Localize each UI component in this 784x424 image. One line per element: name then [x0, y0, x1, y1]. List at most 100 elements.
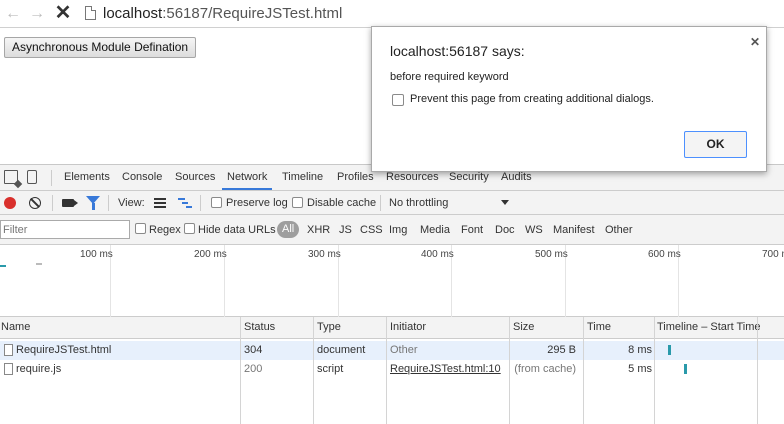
- request-time: 8 ms: [628, 344, 652, 356]
- hide-data-urls-checkbox[interactable]: [184, 223, 195, 234]
- request-time: 5 ms: [628, 363, 652, 375]
- filter-type-xhr[interactable]: XHR: [307, 223, 330, 237]
- filter-type-img[interactable]: Img: [389, 223, 407, 237]
- divider: [108, 195, 109, 211]
- divider: [380, 195, 381, 211]
- overview-tick: 700 ms: [762, 249, 784, 260]
- divider: [51, 170, 52, 186]
- waterfall-view-icon[interactable]: [178, 198, 192, 208]
- overview-request-mark: [0, 265, 6, 267]
- chevron-down-icon[interactable]: [501, 200, 509, 205]
- inspect-element-icon[interactable]: [4, 170, 18, 184]
- overview-request-mark: [36, 263, 42, 265]
- alert-dialog: localhost:56187 says: ✕ before required …: [371, 26, 767, 172]
- waterfall-bar: [668, 345, 671, 355]
- regex-checkbox[interactable]: [135, 223, 146, 234]
- filter-type-media[interactable]: Media: [420, 223, 450, 237]
- capture-screenshots-icon[interactable]: [62, 199, 78, 207]
- prevent-dialogs-label: Prevent this page from creating addition…: [410, 93, 654, 105]
- filter-icon[interactable]: [86, 196, 100, 210]
- column-initiator[interactable]: Initiator: [390, 321, 426, 333]
- column-timeline[interactable]: Timeline – Start Time: [657, 321, 761, 333]
- request-status: 200: [244, 363, 263, 375]
- dialog-message: before required keyword: [390, 71, 509, 83]
- url-path: :56187/RequireJSTest.html: [162, 5, 343, 22]
- column-divider[interactable]: [757, 317, 758, 424]
- filter-type-js[interactable]: JS: [339, 223, 352, 237]
- table-row[interactable]: RequireJSTest.html 304 document Other 29…: [0, 341, 784, 360]
- preserve-log-checkbox[interactable]: [211, 197, 222, 208]
- request-type: script: [317, 363, 344, 375]
- stop-icon[interactable]: ✕: [54, 3, 72, 23]
- tab-network[interactable]: Network: [222, 165, 273, 190]
- back-arrow-icon[interactable]: ←: [4, 5, 22, 23]
- column-divider[interactable]: [583, 317, 584, 424]
- url-host: localhost: [103, 5, 163, 22]
- page-icon: [85, 6, 96, 20]
- filter-type-all[interactable]: All: [277, 221, 300, 238]
- hide-data-urls-label: Hide data URLs: [198, 224, 276, 236]
- amd-button[interactable]: Asynchronous Module Defination: [4, 37, 197, 58]
- tab-console[interactable]: Console: [122, 165, 162, 190]
- filter-type-other[interactable]: Other: [605, 223, 633, 237]
- overview-tick: 300 ms: [308, 249, 341, 260]
- tab-sources[interactable]: Sources: [175, 165, 215, 190]
- prevent-dialogs-checkbox[interactable]: [392, 94, 404, 106]
- throttling-select[interactable]: No throttling: [389, 196, 448, 210]
- clear-icon[interactable]: [29, 197, 41, 209]
- tab-profiles[interactable]: Profiles: [337, 165, 374, 190]
- column-divider[interactable]: [509, 317, 510, 424]
- column-status[interactable]: Status: [244, 321, 275, 333]
- request-type: document: [317, 344, 366, 356]
- regex-label: Regex: [149, 224, 181, 236]
- disable-cache-checkbox[interactable]: [292, 197, 303, 208]
- tab-timeline[interactable]: Timeline: [282, 165, 323, 190]
- initiator-link[interactable]: RequireJSTest.html:10: [390, 363, 501, 375]
- device-mode-icon[interactable]: [27, 170, 37, 184]
- request-initiator: Other: [390, 344, 418, 356]
- file-icon: [4, 363, 13, 375]
- filter-type-ws[interactable]: WS: [525, 223, 543, 237]
- overview-tick: 500 ms: [535, 249, 568, 260]
- overview-tick: 400 ms: [421, 249, 454, 260]
- preserve-log-label: Preserve log: [226, 197, 288, 209]
- divider: [200, 195, 201, 211]
- filter-type-font[interactable]: Font: [461, 223, 483, 237]
- filter-type-manifest[interactable]: Manifest: [553, 223, 595, 237]
- view-label: View:: [118, 197, 145, 209]
- divider: [52, 195, 53, 211]
- disable-cache-label: Disable cache: [307, 197, 377, 209]
- tab-elements[interactable]: Elements: [64, 165, 110, 190]
- close-icon[interactable]: ✕: [750, 35, 760, 49]
- devtools-panel: Elements Console Sources Network Timelin…: [0, 164, 784, 424]
- requests-table: Name Status Type Initiator Size Time Tim…: [0, 317, 784, 424]
- column-name[interactable]: Name: [1, 321, 30, 333]
- dialog-title: localhost:56187 says:: [390, 43, 525, 59]
- ok-button[interactable]: OK: [684, 131, 747, 158]
- address-bar[interactable]: localhost:56187/RequireJSTest.html: [103, 5, 342, 22]
- column-time[interactable]: Time: [587, 321, 611, 333]
- network-overview[interactable]: 100 ms 200 ms 300 ms 400 ms 500 ms 600 m…: [0, 245, 784, 317]
- request-size: (from cache): [514, 363, 576, 375]
- overview-tick: 200 ms: [194, 249, 227, 260]
- network-toolbar: View: Preserve log Disable cache No thro…: [0, 191, 784, 215]
- list-view-icon[interactable]: [154, 198, 166, 208]
- filter-type-css[interactable]: CSS: [360, 223, 383, 237]
- record-icon[interactable]: [4, 197, 16, 209]
- file-icon: [4, 344, 13, 356]
- request-name: RequireJSTest.html: [16, 344, 112, 356]
- column-divider[interactable]: [313, 317, 314, 424]
- column-type[interactable]: Type: [317, 321, 341, 333]
- table-row[interactable]: require.js 200 script RequireJSTest.html…: [0, 360, 784, 379]
- filter-input[interactable]: [0, 220, 130, 239]
- browser-toolbar: ← → ✕ localhost:56187/RequireJSTest.html: [0, 0, 784, 28]
- column-divider[interactable]: [386, 317, 387, 424]
- request-status: 304: [244, 344, 263, 356]
- overview-tick: 600 ms: [648, 249, 681, 260]
- filter-type-doc[interactable]: Doc: [495, 223, 515, 237]
- filter-bar: Regex Hide data URLs All XHR JS CSS Img …: [0, 215, 784, 245]
- column-divider[interactable]: [654, 317, 655, 424]
- forward-arrow-icon[interactable]: →: [28, 5, 46, 23]
- column-size[interactable]: Size: [513, 321, 534, 333]
- column-divider[interactable]: [240, 317, 241, 424]
